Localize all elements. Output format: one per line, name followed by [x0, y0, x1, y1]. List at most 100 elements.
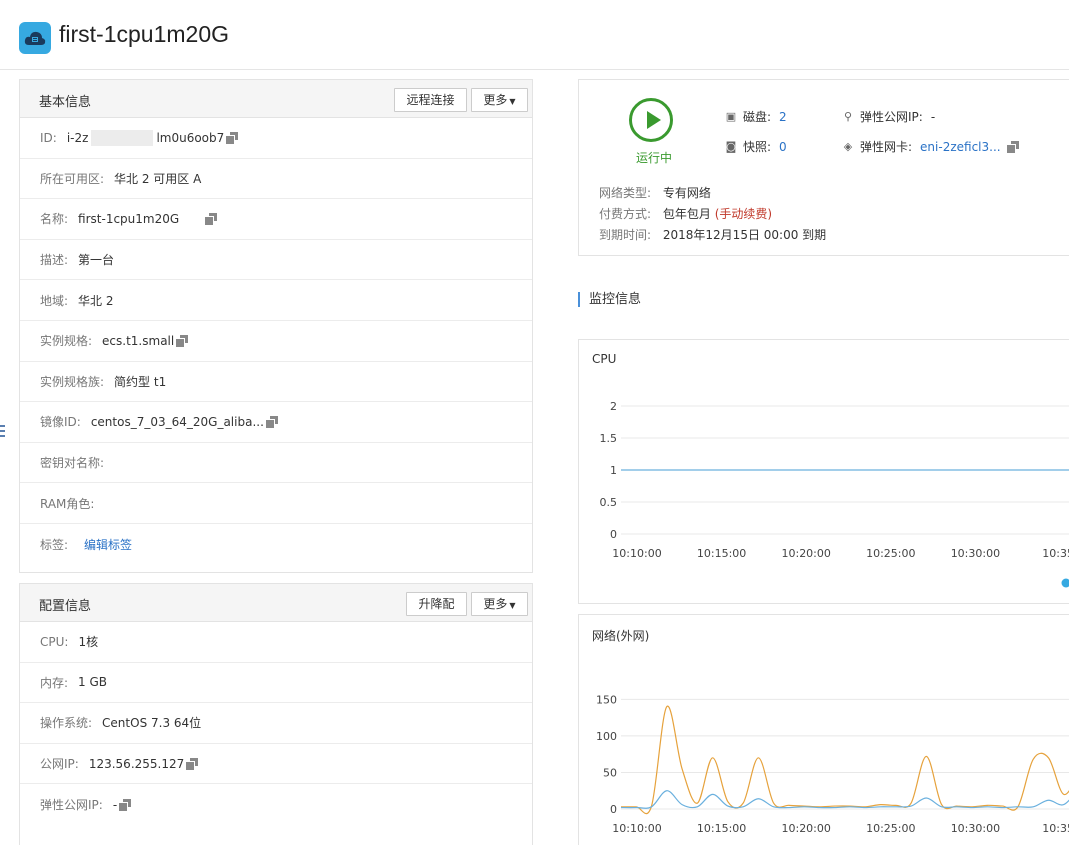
zone-value: 华北 2 可用区 A [114, 171, 202, 186]
description-label: 描述: [40, 253, 69, 268]
y-tick-label: 2 [610, 400, 617, 413]
row-id: ID: i-2z lm0u6oob7 [20, 118, 532, 159]
copy-icon[interactable] [1006, 140, 1019, 153]
link-icon: ⚲ [843, 109, 853, 123]
row-cpu: CPU: 1核 [20, 622, 532, 663]
cpu-value: 1核 [78, 635, 99, 650]
x-tick-label: 10:10:00 [612, 547, 661, 560]
id-label: ID: [40, 130, 57, 145]
disk-label: 磁盘: [743, 110, 772, 124]
config-info-header: 配置信息 升降配 更多 ▼ [20, 584, 532, 622]
id-value-suffix: lm0u6oob7 [156, 130, 225, 145]
eip-label: 弹性公网IP: [40, 798, 103, 813]
name-label: 名称: [40, 212, 69, 227]
cpu-label: CPU: [40, 634, 69, 649]
copy-icon[interactable] [186, 757, 199, 770]
camera-icon: ◙ [725, 139, 737, 153]
billing-line: 付费方式: 包年包月 (手动续费) [599, 205, 772, 222]
series-line-0 [620, 705, 1069, 815]
x-tick-label: 10:15:00 [697, 822, 746, 835]
network-card-icon: ◈ [843, 139, 853, 153]
basic-info-panel: 基本信息 远程连接 更多 ▼ ID: i-2z lm0u6oob7 所在可用区: … [19, 79, 533, 573]
row-instance-type: 实例规格: ecs.t1.small [20, 321, 532, 362]
menu-icon[interactable] [0, 425, 6, 439]
basic-info-header: 基本信息 远程连接 更多 ▼ [20, 80, 532, 118]
x-tick-label: 10:25:00 [866, 547, 915, 560]
public-ip-label: 公网IP: [40, 757, 79, 772]
disk-item: ▣ 磁盘: 2 [725, 108, 787, 125]
cpu-chart-title: CPU [592, 352, 617, 366]
billing-value: 包年包月 [662, 207, 711, 221]
cpu-chart: 0 0.5 1 1.5 2 10:10:00 10:15:00 10:20:00 10:25:0… [600, 400, 1069, 588]
instance-family-label: 实例规格族: [40, 374, 105, 389]
legend-dot[interactable] [1061, 578, 1069, 588]
image-id-label: 镜像ID: [40, 415, 81, 430]
name-value: first-1cpu1m20G [78, 211, 180, 226]
row-image-id: 镜像ID: centos_7_03_64_20G_aliba... [20, 402, 532, 443]
row-region: 地域: 华北 2 [20, 280, 532, 321]
row-ram-role: RAM角色: [20, 483, 532, 524]
expire-label: 到期时间: [599, 228, 652, 242]
eni-item: ◈ 弹性网卡: eni-2zeficl3... [842, 138, 1019, 155]
copy-icon[interactable] [226, 131, 239, 144]
expire-value: 2018年12月15日 00:00 到期 [662, 228, 827, 242]
image-id-value: centos_7_03_64_20G_aliba... [90, 414, 264, 429]
x-tick-label: 10:25:00 [866, 822, 915, 835]
network-chart-title: 网络(外网) [592, 629, 650, 643]
more-button-label: 更多 [483, 597, 508, 611]
title-bar: first-1cpu1m20G [0, 0, 1069, 70]
snapshot-count[interactable]: 0 [779, 140, 787, 154]
row-eip: 弹性公网IP: - [20, 784, 532, 825]
edit-tags-link[interactable]: 编辑标签 [84, 536, 132, 553]
copy-icon[interactable] [265, 415, 278, 428]
id-value-prefix: i-2z [66, 130, 89, 145]
row-instance-family: 实例规格族: 简约型 t1 [20, 362, 532, 403]
y-tick-label: 1 [610, 464, 617, 477]
snapshot-item: ◙ 快照: 0 [725, 138, 787, 155]
config-more-button[interactable]: 更多 ▼ [471, 592, 528, 616]
x-tick-label: 10:35: [1042, 822, 1069, 835]
running-play-icon [629, 98, 673, 142]
network-chart-panel: 网络(外网) 0 50 100 150 10:10:00 10:15:00 10:20:00… [578, 614, 1069, 845]
copy-icon[interactable] [176, 334, 189, 347]
x-tick-label: 10:10:00 [612, 822, 661, 835]
memory-label: 内存: [40, 675, 69, 690]
upgrade-button[interactable]: 升降配 [406, 592, 467, 616]
y-tick-label: 0.5 [600, 496, 618, 509]
eip-status-item: ⚲ 弹性公网IP: - [842, 108, 935, 125]
zone-label: 所在可用区: [40, 171, 105, 186]
row-zone: 所在可用区: 华北 2 可用区 A [20, 159, 532, 200]
instance-family-value: 简约型 t1 [114, 374, 167, 389]
caret-down-icon: ▼ [509, 97, 516, 106]
ram-role-label: RAM角色: [40, 496, 95, 511]
remote-connect-button[interactable]: 远程连接 [394, 88, 467, 112]
network-type-line: 网络类型: 专有网络 [599, 184, 711, 201]
row-tags: 标签: 编辑标签 [20, 524, 532, 565]
row-os: 操作系统: CentOS 7.3 64位 [20, 703, 532, 744]
edit-name-icon[interactable] [205, 212, 218, 225]
instance-type-value: ecs.t1.small [102, 333, 175, 348]
renew-note: (手动续费) [714, 207, 773, 221]
network-chart: 0 50 100 150 10:10:00 10:15:00 10:20:00 10:25:0… [596, 693, 1069, 835]
x-tick-label: 10:35: [1042, 547, 1069, 560]
public-ip-value: 123.56.255.127 [88, 756, 185, 771]
page-title: first-1cpu1m20G [59, 21, 230, 47]
y-tick-label: 1.5 [600, 432, 618, 445]
expire-line: 到期时间: 2018年12月15日 00:00 到期 [599, 226, 826, 243]
copy-icon[interactable] [119, 798, 132, 811]
eip-status-value: - [930, 109, 936, 124]
config-info-title: 配置信息 [39, 599, 92, 614]
running-status: 运行中 [636, 151, 673, 165]
more-button-label: 更多 [483, 93, 508, 107]
network-type-label: 网络类型: [599, 186, 652, 200]
basic-more-button[interactable]: 更多 ▼ [471, 88, 528, 112]
region-label: 地域: [40, 293, 69, 308]
y-tick-label: 0 [610, 528, 617, 541]
disk-count[interactable]: 2 [779, 110, 787, 124]
eni-label: 弹性网卡: [860, 140, 913, 154]
snapshot-label: 快照: [743, 140, 772, 154]
eip-value: - [112, 797, 118, 812]
keypair-label: 密钥对名称: [40, 456, 105, 471]
eni-link[interactable]: eni-2zeficl3... [920, 140, 1001, 154]
x-tick-label: 10:15:00 [697, 547, 746, 560]
